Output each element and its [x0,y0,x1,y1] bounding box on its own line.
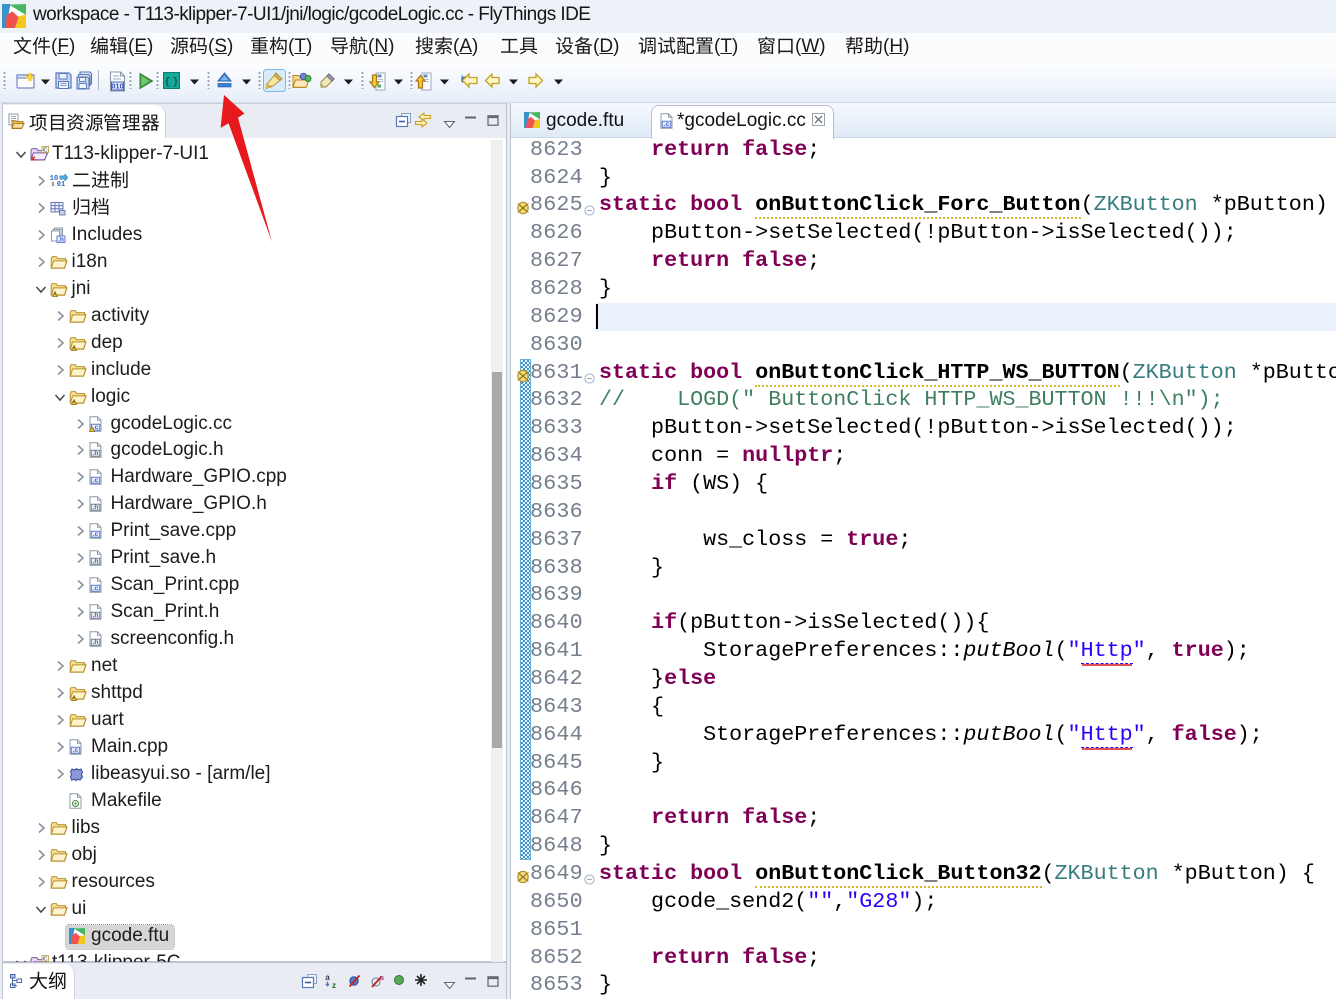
svg-text:.h: .h [92,504,98,511]
svg-text:.h: .h [92,558,98,565]
svg-text:.c: .c [92,531,98,538]
svg-text:.c: .c [92,585,98,592]
svg-text:.h: .h [58,236,64,243]
svg-text:.h: .h [92,612,98,619]
svg-text:z: z [332,981,336,990]
svg-text:a: a [325,973,330,982]
svg-text:C: C [43,147,48,154]
svg-text:01: 01 [56,181,64,189]
svg-text:.c: .c [664,121,670,128]
svg-text:{ }: { } [164,77,178,89]
svg-text:010: 010 [111,82,124,91]
svg-text:.h: .h [92,639,98,646]
svg-text:.h: .h [92,451,98,458]
svg-text:s: s [380,973,384,982]
svg-text:.c: .c [73,747,79,754]
svg-text:.c: .c [92,478,98,485]
